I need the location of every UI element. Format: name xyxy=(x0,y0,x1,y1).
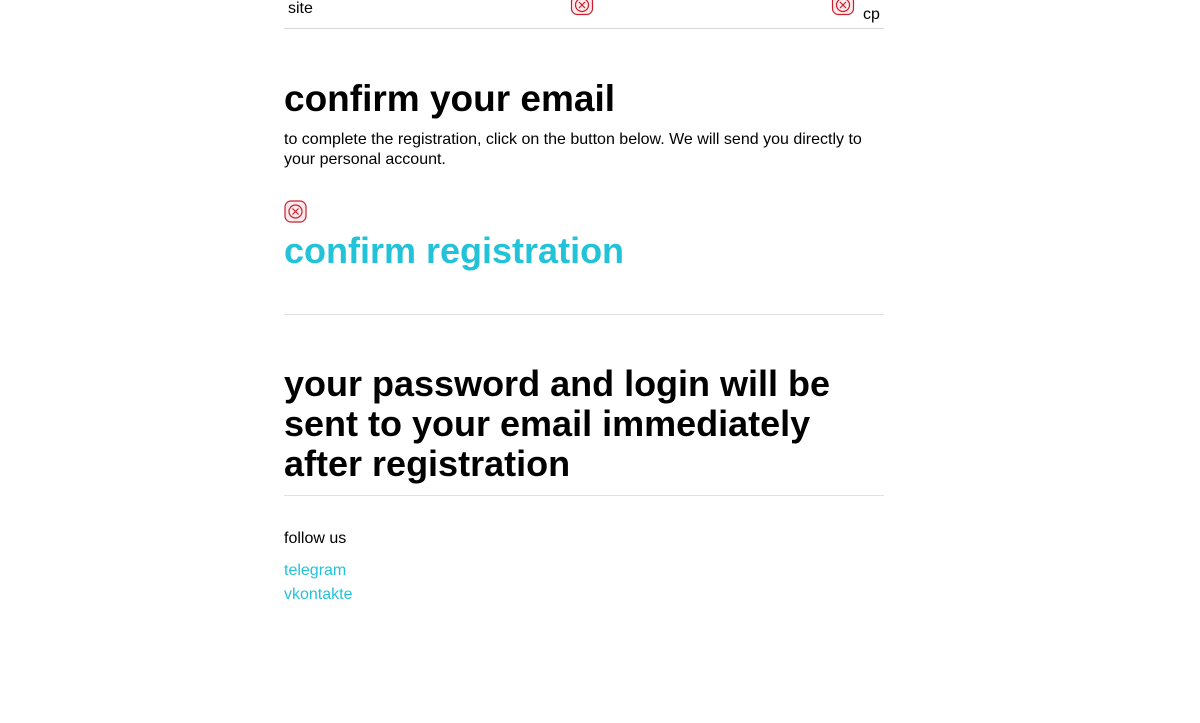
divider xyxy=(284,495,884,496)
intro-text: to complete the registration, click on t… xyxy=(284,131,862,168)
password-notice-heading: your password and login will be sent to … xyxy=(284,363,831,484)
broken-image-icon xyxy=(570,0,594,16)
site-label: site xyxy=(288,0,313,17)
divider xyxy=(284,314,884,315)
cp-label: cp xyxy=(863,6,880,23)
telegram-link[interactable]: telegram xyxy=(284,561,346,581)
email-container: site cp confirm your email to complete t… xyxy=(284,0,884,603)
broken-image-icon xyxy=(284,200,307,223)
vkontakte-link[interactable]: vkontakte xyxy=(284,585,352,605)
broken-image-icon xyxy=(831,0,855,16)
follow-us-label: follow us xyxy=(284,530,347,547)
page-title: confirm your email xyxy=(284,78,616,119)
confirm-registration-link[interactable]: confirm registration xyxy=(284,231,624,271)
header-bar: site cp xyxy=(284,0,884,29)
